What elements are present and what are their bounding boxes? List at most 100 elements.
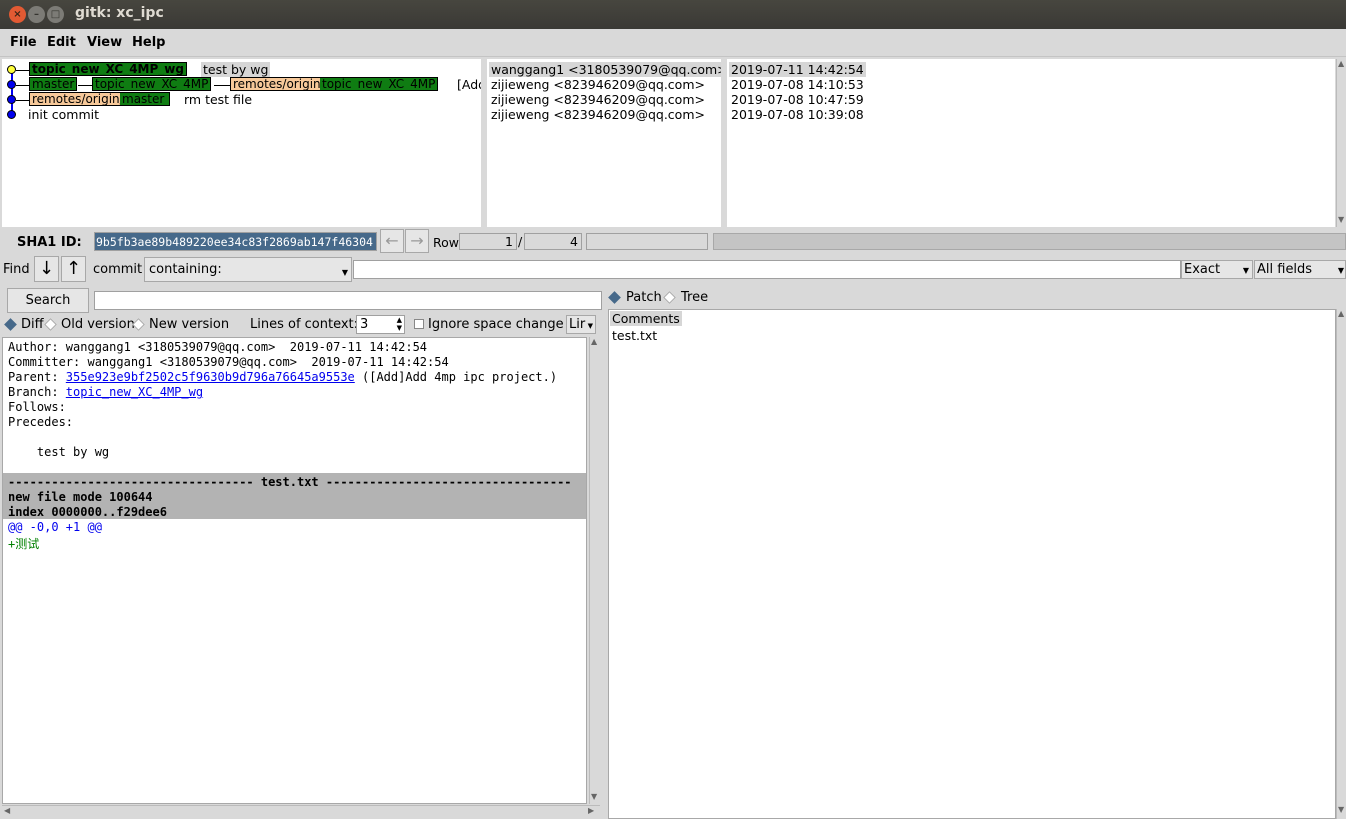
menu-view[interactable]: View	[87, 35, 122, 50]
find-up-arrow-icon[interactable]: ↑	[61, 256, 86, 282]
ref-remote-prefix[interactable]: remotes/origin/	[230, 77, 327, 91]
close-window-button[interactable]: ×	[9, 6, 26, 23]
search-input[interactable]	[94, 291, 602, 310]
commit-node-head[interactable]	[7, 65, 16, 74]
ref-topic-new-xc-4mp-wg[interactable]: topic_new_XC_4MP_wg	[29, 62, 187, 76]
branch-line: Branch: topic_new_XC_4MP_wg	[8, 385, 203, 399]
file-header: ---------------------------------- test.…	[8, 475, 572, 489]
new-version-label[interactable]: New version	[149, 317, 229, 332]
maximize-window-button[interactable]: □	[47, 6, 64, 23]
parent-sha-link[interactable]: 355e923e9bf2502c5f9630b9d796a76645a9553e	[66, 370, 355, 384]
chevron-down-icon: ▼	[1337, 266, 1344, 275]
minimize-window-button[interactable]: –	[28, 6, 45, 23]
date-entry[interactable]: 2019-07-11 14:42:54	[729, 62, 866, 77]
parent-label: Parent:	[8, 370, 66, 384]
find-mode-select[interactable]: containing: ▼	[144, 257, 352, 282]
commit-node[interactable]	[7, 80, 16, 89]
file-list-item[interactable]: Comments	[610, 311, 682, 326]
author-entry[interactable]: zijieweng <823946209@qq.com>	[491, 77, 705, 92]
menu-file[interactable]: File	[10, 35, 37, 50]
find-exact-select[interactable]: Exact ▼	[1181, 260, 1253, 279]
menu-edit[interactable]: Edit	[47, 35, 76, 50]
diff-label[interactable]: Diff	[21, 317, 44, 332]
context-spinbox[interactable]: 3 ▲ ▼	[356, 315, 405, 334]
author-entry[interactable]: zijieweng <823946209@qq.com>	[491, 107, 705, 122]
forward-arrow-icon[interactable]: →	[405, 229, 429, 253]
diff-pane[interactable]: Author: wanggang1 <3180539079@qq.com> 20…	[2, 337, 587, 804]
ignore-space-checkbox[interactable]	[414, 319, 424, 329]
index-line: index 0000000..f29dee6	[8, 505, 167, 519]
ref-connector	[78, 85, 92, 86]
commit-subject[interactable]: init commit	[28, 107, 99, 122]
commit-graph-pane[interactable]: topic_new_XC_4MP_wg test by wg master to…	[2, 59, 481, 227]
sha1-field[interactable]: 9b5fb3ae89b489220ee34c83f2869ab147f46304	[94, 232, 377, 251]
find-down-arrow-icon[interactable]: ↓	[34, 256, 59, 282]
old-version-label[interactable]: Old version	[61, 317, 135, 332]
title-bar: × – □ gitk: xc_ipc	[0, 0, 1346, 29]
find-mode-value: containing:	[149, 262, 222, 277]
back-arrow-icon[interactable]: ←	[380, 229, 404, 253]
row-current: 1	[459, 233, 517, 250]
hunk-header: @@ -0,0 +1 @@	[8, 520, 102, 534]
commit-node[interactable]	[7, 95, 16, 104]
file-list-pane[interactable]: Comments test.txt	[608, 309, 1336, 819]
author-entry[interactable]: zijieweng <823946209@qq.com>	[491, 92, 705, 107]
ref-remote-topic-new-xc-4mp[interactable]: topic_new_XC_4MP	[320, 77, 439, 91]
chevron-down-icon: ▼	[587, 322, 593, 330]
diff-radio[interactable]	[4, 318, 17, 331]
file-list-item[interactable]: test.txt	[612, 328, 657, 343]
find-fields-select[interactable]: All fields ▼	[1254, 260, 1346, 279]
ref-master[interactable]: master	[29, 77, 78, 91]
commit-subject[interactable]: rm test file	[184, 92, 252, 107]
context-value: 3	[360, 317, 369, 332]
precedes-line: Precedes:	[8, 415, 74, 429]
author-entry[interactable]: wanggang1 <3180539079@qq.com>	[489, 62, 721, 77]
search-button[interactable]: Search	[7, 288, 89, 313]
spin-arrows-icon[interactable]: ▲ ▼	[397, 316, 402, 332]
new-file-mode-line: new file mode 100644	[8, 490, 153, 504]
parent-message: ([Add]Add 4mp ipc project.)	[354, 370, 558, 384]
committer-line: Committer: wanggang1 <3180539079@qq.com>…	[8, 355, 449, 369]
branch-link[interactable]: topic_new_XC_4MP_wg	[66, 385, 203, 399]
find-text-input[interactable]	[353, 260, 1181, 279]
patch-label[interactable]: Patch	[626, 290, 662, 305]
commit-subject[interactable]: [Add	[457, 77, 481, 92]
ref-topic-new-xc-4mp[interactable]: topic_new_XC_4MP	[92, 77, 212, 91]
date-pane[interactable]: 2019-07-11 14:42:54 2019-07-08 14:10:53 …	[727, 59, 1335, 227]
ref-connector	[16, 85, 29, 86]
follows-line: Follows:	[8, 400, 66, 414]
ignore-space-label[interactable]: Ignore space change	[428, 317, 564, 332]
old-version-radio[interactable]	[44, 318, 57, 331]
menu-bar: File Edit View Help	[0, 29, 1346, 57]
added-line: +测试	[8, 537, 40, 551]
date-entry[interactable]: 2019-07-08 10:47:59	[731, 92, 864, 107]
row-label: Row	[433, 235, 459, 250]
commit-node[interactable]	[7, 110, 16, 119]
chevron-down-icon: ▼	[1242, 266, 1249, 275]
line-mode-value: Lir	[569, 317, 586, 332]
diff-scrollbar[interactable]: ▲ ▼	[589, 337, 599, 804]
ref-remote-prefix[interactable]: remotes/origin/	[29, 92, 126, 106]
patch-radio[interactable]	[608, 291, 621, 304]
context-label: Lines of context:	[250, 317, 359, 332]
line-mode-select[interactable]: Lir ▼	[566, 315, 596, 334]
author-pane[interactable]: wanggang1 <3180539079@qq.com> zijieweng …	[487, 59, 721, 227]
chevron-down-icon: ▼	[341, 268, 348, 277]
graph-scrollbar[interactable]: ▲ ▼	[1336, 59, 1346, 227]
find-fields-value: All fields	[1257, 262, 1313, 277]
window-title: gitk: xc_ipc	[75, 5, 164, 21]
file-list-scrollbar[interactable]: ▲ ▼	[1336, 309, 1346, 819]
date-entry[interactable]: 2019-07-08 14:10:53	[731, 77, 864, 92]
ref-connector	[16, 70, 29, 71]
diff-hscrollbar[interactable]: ◀ ▶	[2, 805, 600, 816]
branch-label: Branch:	[8, 385, 66, 399]
date-entry[interactable]: 2019-07-08 10:39:08	[731, 107, 864, 122]
tree-radio[interactable]	[663, 291, 676, 304]
menu-help[interactable]: Help	[132, 35, 165, 50]
commit-subject[interactable]: test by wg	[201, 62, 271, 77]
ref-remote-master[interactable]: master	[120, 92, 170, 106]
row-total: 4	[524, 233, 582, 250]
progress-field	[586, 233, 708, 250]
tree-label[interactable]: Tree	[681, 290, 708, 305]
status-bar	[713, 233, 1346, 250]
